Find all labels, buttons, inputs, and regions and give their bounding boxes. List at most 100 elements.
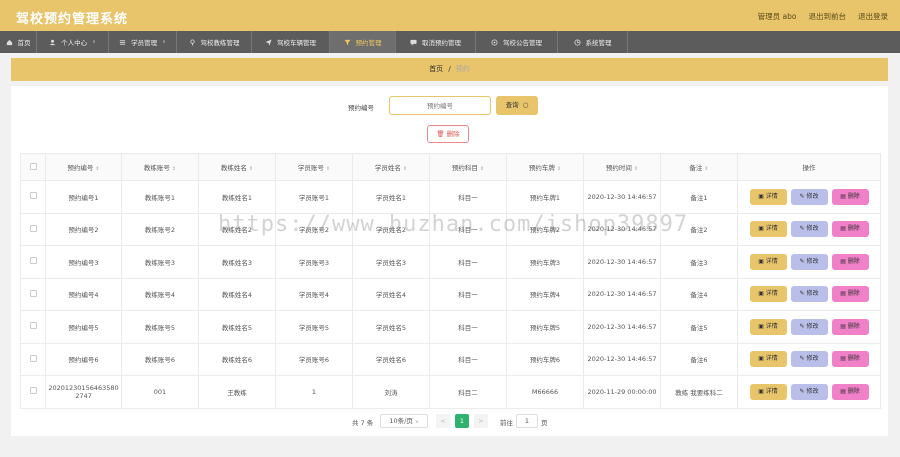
column-header[interactable]: 预约时间 ⇕: [583, 153, 661, 181]
delete-button[interactable]: ▤ 删除: [831, 253, 869, 270]
column-header[interactable]: 学员账号 ⇕: [275, 153, 353, 181]
table-cell: 教练姓名1: [198, 180, 276, 214]
delete-button[interactable]: ▤ 删除: [831, 318, 869, 335]
sort-icon[interactable]: ⇕: [634, 166, 638, 172]
nav-item[interactable]: 驾校教练管理: [177, 31, 252, 53]
table-cell: 刘涛: [352, 375, 430, 409]
edit-button[interactable]: ✎ 修改: [790, 253, 828, 270]
column-header[interactable]: 预约编号 ⇕: [45, 153, 122, 181]
detail-label: 详情: [765, 192, 778, 200]
actions-cell: ▣ 详情 ✎ 修改 ▤ 删除: [737, 212, 881, 246]
detail-button[interactable]: ▣ 详情: [749, 383, 787, 400]
detail-button[interactable]: ▣ 详情: [749, 318, 787, 335]
table-cell: 2020-11-29 00:00:00: [583, 375, 661, 409]
content-panel: 预约编号 查询 ○ 🗑 删除 预约编号⇕教练账号⇕教练姓名⇕学员账号⇕学员姓名⇕…: [11, 86, 888, 436]
row-checkbox[interactable]: [29, 257, 37, 265]
sort-icon[interactable]: ⇕: [557, 166, 561, 172]
row-checkbox[interactable]: [29, 387, 37, 395]
table-cell: 王教练: [198, 375, 276, 409]
nav-item[interactable]: 驾校公告管理: [476, 31, 558, 53]
breadcrumb-home[interactable]: 首页: [429, 65, 443, 73]
detail-button[interactable]: ▣ 详情: [749, 351, 787, 368]
select-all-checkbox[interactable]: [29, 162, 37, 170]
nav-item[interactable]: 系统管理: [558, 31, 628, 53]
trash-icon: ▤: [840, 257, 848, 265]
batch-delete-button[interactable]: 🗑 删除: [427, 125, 469, 143]
nav-item[interactable]: 驾校车辆管理: [252, 31, 330, 53]
row-checkbox[interactable]: [29, 224, 37, 232]
edit-label: 修改: [806, 257, 819, 265]
sort-icon[interactable]: ⇕: [480, 166, 484, 172]
column-header[interactable]: 教练账号 ⇕: [121, 153, 199, 181]
table-cell: 学员姓名4: [352, 277, 430, 311]
nav-item[interactable]: 首页: [0, 31, 37, 53]
detail-button[interactable]: ▣ 详情: [749, 286, 787, 303]
page-number-button[interactable]: 1: [455, 414, 469, 428]
column-header[interactable]: 预约科目 ⇕: [429, 153, 507, 181]
delete-button[interactable]: ▤ 删除: [831, 286, 869, 303]
sort-icon[interactable]: ⇕: [172, 166, 176, 172]
sort-icon[interactable]: ⇕: [249, 166, 253, 172]
detail-button[interactable]: ▣ 详情: [749, 221, 787, 238]
table-cell: 学员账号6: [275, 342, 353, 376]
nav-item[interactable]: 学员管理 ∨: [109, 31, 177, 53]
row-select-cell: [20, 245, 46, 279]
column-header-label: 学员账号: [297, 164, 324, 172]
table-cell: 教练账号5: [121, 310, 199, 344]
detail-label: 详情: [765, 355, 778, 363]
row-checkbox[interactable]: [29, 289, 37, 297]
delete-button[interactable]: ▤ 删除: [831, 351, 869, 368]
delete-button[interactable]: ▤ 删除: [831, 383, 869, 400]
detail-button[interactable]: ▣ 详情: [749, 253, 787, 270]
nav-item[interactable]: 预约管理: [330, 31, 396, 53]
edit-button[interactable]: ✎ 修改: [790, 383, 828, 400]
actions-cell: ▣ 详情 ✎ 修改 ▤ 删除: [737, 342, 881, 376]
edit-button[interactable]: ✎ 修改: [790, 188, 828, 205]
filter-icon: [343, 39, 351, 45]
search-button[interactable]: 查询 ○: [496, 96, 538, 115]
sort-icon[interactable]: ⇕: [95, 166, 99, 172]
logout-link[interactable]: 退出登录: [858, 11, 888, 22]
trash-icon: ▤: [840, 290, 848, 298]
nav-item[interactable]: 取消预约管理: [396, 31, 476, 53]
nav-item-label: 驾校教练管理: [200, 39, 240, 47]
table-cell: 教练账号6: [121, 342, 199, 376]
sort-icon[interactable]: ⇕: [326, 166, 330, 172]
nav-item-label: 取消预约管理: [422, 39, 461, 47]
column-header[interactable]: 备注 ⇕: [660, 153, 738, 181]
table-cell: 预约车牌1: [506, 180, 584, 214]
detail-icon: ▣: [758, 225, 766, 233]
prev-page-button[interactable]: <: [436, 414, 450, 428]
nav-item[interactable]: 个人中心 ∨: [37, 31, 109, 53]
edit-button[interactable]: ✎ 修改: [790, 221, 828, 238]
table-cell: 教练账号4: [121, 277, 199, 311]
delete-button[interactable]: ▤ 删除: [831, 188, 869, 205]
search-input[interactable]: [389, 96, 491, 115]
column-header[interactable]: 学员姓名 ⇕: [352, 153, 430, 181]
table-cell: 教练姓名4: [198, 277, 276, 311]
table-cell: 科目一: [429, 342, 507, 376]
edit-button[interactable]: ✎ 修改: [790, 286, 828, 303]
column-header[interactable]: 教练姓名 ⇕: [198, 153, 276, 181]
row-checkbox[interactable]: [29, 322, 37, 330]
row-checkbox[interactable]: [29, 354, 37, 362]
page-size-select[interactable]: 10条/页 ∨: [380, 414, 428, 428]
edit-button[interactable]: ✎ 修改: [790, 351, 828, 368]
delete-button[interactable]: ▤ 删除: [831, 221, 869, 238]
edit-button[interactable]: ✎ 修改: [790, 318, 828, 335]
sort-icon[interactable]: ⇕: [403, 166, 407, 172]
column-header[interactable]: 预约车牌 ⇕: [506, 153, 584, 181]
detail-label: 详情: [765, 387, 778, 395]
row-checkbox[interactable]: [29, 192, 37, 200]
detail-icon: ▣: [758, 322, 766, 330]
sort-icon[interactable]: ⇕: [704, 166, 708, 172]
next-page-button[interactable]: >: [474, 414, 488, 428]
trash-icon: ▤: [840, 192, 848, 200]
detail-button[interactable]: ▣ 详情: [749, 188, 787, 205]
back-to-front-link[interactable]: 退出到前台: [809, 11, 847, 22]
table-row: 20201230156463580 2747 001 王教练 1 刘涛 科目二 M66666…: [20, 375, 881, 409]
delete-label: 删除: [847, 192, 860, 200]
table-row: 预约编号4 教练账号4 教练姓名4 学员账号4 学员姓名4 科目一 预约车牌4 2020-12…: [20, 277, 881, 311]
goto-page-input[interactable]: 1: [516, 414, 538, 428]
table-cell: 1: [275, 375, 353, 409]
